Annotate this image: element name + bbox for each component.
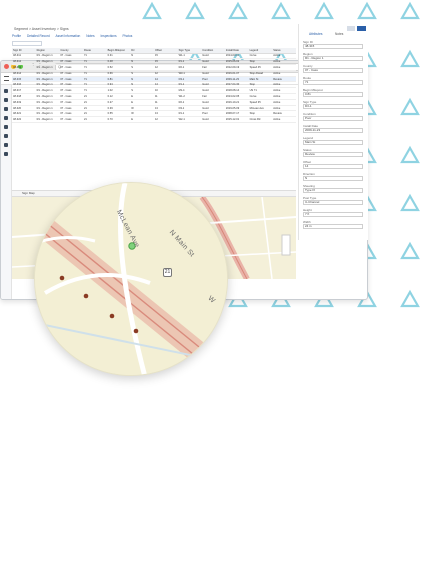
asset-point[interactable] bbox=[133, 328, 139, 334]
map-icon[interactable] bbox=[4, 98, 8, 102]
field-input[interactable]: N bbox=[303, 176, 363, 181]
triangle-shape bbox=[228, 1, 248, 20]
table-cell: 48-322 bbox=[12, 116, 36, 124]
layers-icon[interactable] bbox=[4, 107, 8, 111]
table-cell: 21 bbox=[82, 116, 107, 124]
settings-icon[interactable] bbox=[4, 143, 8, 147]
field-input[interactable]: 71 bbox=[303, 80, 363, 85]
field-input[interactable]: 2009-11-23 bbox=[303, 128, 363, 133]
tab-inspections[interactable]: Inspections bbox=[100, 34, 116, 38]
field-input[interactable]: Type IX bbox=[303, 188, 363, 193]
triangle-shape bbox=[400, 49, 420, 68]
asset-table: Sign ID Region County Route Begin Milepost Di… bbox=[12, 48, 296, 124]
field-input[interactable]: 0.81 bbox=[303, 92, 363, 97]
map-magnifier: McLean Ave N Main St W bbox=[34, 182, 228, 376]
table-row[interactable]: 48-322 R1 - Region 1 07 - Cass 21 0.70 E 12 W2-… bbox=[12, 116, 296, 124]
table-cell: 12 bbox=[153, 116, 178, 124]
field-input[interactable]: U-Channel bbox=[303, 200, 363, 205]
table-cell: E bbox=[130, 116, 154, 124]
table-cell: 0.70 bbox=[106, 116, 131, 124]
tab-notes-panel[interactable]: Notes bbox=[335, 32, 343, 36]
tab-notes[interactable]: Notes bbox=[86, 34, 94, 38]
tab-detailed-record[interactable]: Detailed Record bbox=[27, 34, 50, 38]
tab-attributes[interactable]: Attributes bbox=[309, 32, 322, 36]
triangle-shape bbox=[400, 97, 420, 116]
tab-profile[interactable]: Profile bbox=[12, 34, 21, 38]
save-button[interactable] bbox=[357, 26, 366, 31]
triangle-shape bbox=[357, 1, 377, 20]
chart-icon[interactable] bbox=[4, 125, 8, 129]
field-input[interactable]: Main St bbox=[303, 140, 363, 145]
route-shield: 21 bbox=[163, 268, 172, 277]
breadcrumb[interactable]: Segment > Asset Inventory > Signs bbox=[14, 27, 69, 31]
cancel-button[interactable] bbox=[347, 26, 355, 31]
calendar-icon[interactable] bbox=[4, 134, 8, 138]
triangle-shape bbox=[400, 193, 420, 212]
map-title: Sign Map bbox=[22, 191, 35, 195]
field-input[interactable]: D3-1 bbox=[303, 104, 363, 109]
table-cell: Cross Rd bbox=[248, 116, 273, 124]
table-cell: W2-1 bbox=[177, 116, 202, 124]
tab-asset-information[interactable]: Asset Information bbox=[56, 34, 81, 38]
left-navigation-rail bbox=[1, 85, 12, 299]
triangle-shape bbox=[271, 1, 291, 20]
triangle-shape bbox=[400, 241, 420, 260]
table-cell: Good bbox=[201, 116, 225, 124]
folder-icon[interactable] bbox=[4, 116, 8, 120]
close-window-icon[interactable] bbox=[4, 64, 9, 69]
triangle-shape bbox=[400, 1, 420, 20]
field-input[interactable]: 14 bbox=[303, 164, 363, 169]
grid-filter-input[interactable] bbox=[12, 41, 42, 46]
field-input[interactable]: 48-315 bbox=[303, 44, 363, 49]
magnified-map bbox=[35, 183, 227, 375]
triangle-shape bbox=[314, 1, 334, 20]
triangle-shape bbox=[400, 289, 420, 308]
triangle-shape bbox=[400, 145, 420, 164]
table-cell: R1 - Region 1 bbox=[35, 116, 60, 124]
home-icon[interactable] bbox=[4, 89, 8, 93]
field-input[interactable]: Poor bbox=[303, 116, 363, 121]
properties-panel: Attributes Notes Sign ID 48-315 Region R1 -… bbox=[298, 24, 368, 240]
triangle-shape bbox=[185, 1, 205, 20]
table-cell: Active bbox=[272, 116, 296, 124]
record-tabs: Profile Detailed Record Asset Informatio… bbox=[12, 34, 296, 40]
table-cell: 07 - Cass bbox=[59, 116, 83, 124]
tab-photos[interactable]: Photos bbox=[122, 34, 132, 38]
field-input[interactable]: Review bbox=[303, 152, 363, 157]
field-input[interactable]: 7 ft bbox=[303, 212, 363, 217]
field-input[interactable]: R1 - Region 1 bbox=[303, 56, 363, 61]
asset-point[interactable] bbox=[59, 275, 65, 281]
asset-point[interactable] bbox=[83, 293, 89, 299]
data-grid-area: Profile Detailed Record Asset Informatio… bbox=[12, 34, 296, 184]
field-input[interactable]: 24 in bbox=[303, 224, 363, 229]
hamburger-menu-icon[interactable] bbox=[4, 76, 9, 81]
triangle-shape bbox=[142, 1, 162, 20]
field-input[interactable]: 07 - Cass bbox=[303, 68, 363, 73]
table-cell: 2015-12-01 bbox=[224, 116, 249, 124]
asset-point[interactable] bbox=[109, 313, 115, 319]
tools-icon[interactable] bbox=[4, 152, 8, 156]
